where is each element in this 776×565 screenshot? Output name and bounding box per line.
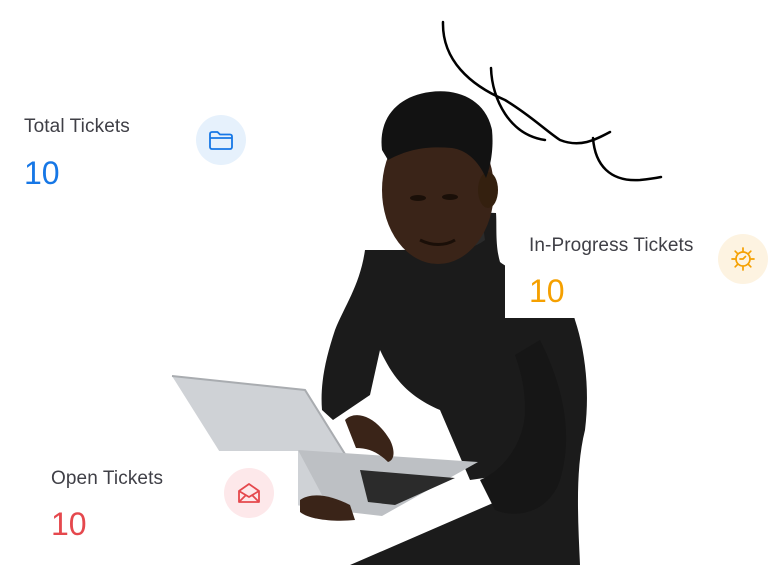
open-tickets-card: Open Tickets 10 xyxy=(27,451,298,565)
total-tickets-card: Total Tickets 10 xyxy=(0,95,260,205)
in-progress-tickets-value: 10 xyxy=(529,273,565,309)
in-progress-tickets-card: In-Progress Tickets 10 xyxy=(505,215,776,318)
gear-icon xyxy=(718,234,768,284)
folder-icon xyxy=(196,115,246,165)
hero-illustration: Total Tickets 10 In-Progress Tickets 10 … xyxy=(0,0,776,565)
total-tickets-label: Total Tickets xyxy=(24,116,130,137)
ear xyxy=(478,172,498,208)
in-progress-tickets-label: In-Progress Tickets xyxy=(529,235,694,256)
open-envelope-icon xyxy=(224,468,274,518)
total-tickets-value: 10 xyxy=(24,155,60,191)
open-tickets-label: Open Tickets xyxy=(51,468,164,489)
open-tickets-value: 10 xyxy=(51,506,87,542)
